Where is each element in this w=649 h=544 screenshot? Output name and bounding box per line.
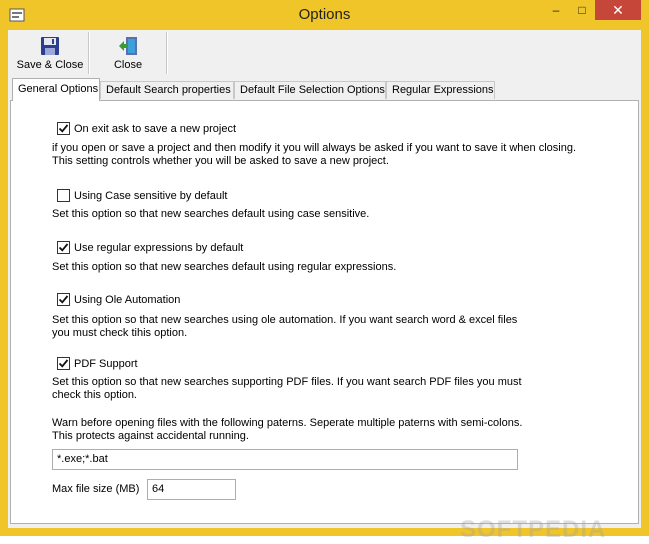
option-case-sensitive-checkbox[interactable]: Using Case sensitive by default xyxy=(57,189,227,202)
checkmark-icon xyxy=(58,359,69,368)
tab-default-search-properties[interactable]: Default Search properties xyxy=(100,81,234,99)
option-label: Use regular expressions by default xyxy=(74,241,244,254)
option-pdf-support-checkbox[interactable]: PDF Support xyxy=(57,357,138,370)
option-ole-automation-checkbox[interactable]: Using Ole Automation xyxy=(57,293,180,306)
close-button[interactable]: Close xyxy=(90,32,166,74)
watermark-logo: SOFTPEDIA xyxy=(460,516,607,543)
option-description: Set this option so that new searches def… xyxy=(52,261,397,273)
client-area: Save & Close Close General Options Defau… xyxy=(8,30,641,543)
exit-door-icon xyxy=(119,37,137,55)
option-label: Using Case sensitive by default xyxy=(74,189,228,202)
checkmark-icon xyxy=(58,124,69,133)
option-label: On exit ask to save a new project xyxy=(74,122,237,135)
patterns-input[interactable]: *.exe;*.bat xyxy=(52,449,518,470)
option-description: Set this option so that new searches usi… xyxy=(52,314,518,339)
save-close-label: Save & Close xyxy=(16,59,84,71)
options-window: Options – □ ✕ Save & Close Close General… xyxy=(0,0,649,543)
checkbox-box[interactable] xyxy=(57,241,70,254)
max-file-size-label: Max file size (MB) xyxy=(52,483,140,495)
checkbox-box[interactable] xyxy=(57,357,70,370)
close-label: Close xyxy=(113,59,143,71)
max-file-size-input[interactable]: 64 xyxy=(147,479,236,500)
checkbox-box[interactable] xyxy=(57,189,70,202)
close-icon: ✕ xyxy=(612,1,624,18)
checkbox-box[interactable] xyxy=(57,122,70,135)
close-window-button[interactable]: ✕ xyxy=(595,0,641,20)
option-regular-expressions-checkbox[interactable]: Use regular expressions by default xyxy=(57,241,243,254)
save-close-button[interactable]: Save & Close xyxy=(12,32,88,74)
tab-regular-expressions[interactable]: Regular Expressions xyxy=(386,81,495,99)
floppy-disk-icon xyxy=(41,37,59,55)
checkmark-icon xyxy=(58,295,69,304)
tab-strip: General Options Default Search propertie… xyxy=(10,78,630,101)
option-ask-save-project-checkbox[interactable]: On exit ask to save a new project xyxy=(57,122,236,135)
warn-patterns-text: Warn before opening files with the follo… xyxy=(52,417,523,442)
checkbox-box[interactable] xyxy=(57,293,70,306)
option-description: Set this option so that new searches sup… xyxy=(52,376,522,401)
option-label: PDF Support xyxy=(74,357,138,370)
option-description: Set this option so that new searches def… xyxy=(52,208,370,220)
minimize-icon: – xyxy=(552,3,560,17)
option-description: if you open or save a project and then m… xyxy=(52,142,577,167)
general-options-panel: On exit ask to save a new project if you… xyxy=(10,100,639,524)
maximize-button[interactable]: □ xyxy=(569,0,595,20)
title-bar[interactable]: Options – □ ✕ xyxy=(0,0,649,30)
tab-default-file-selection-options[interactable]: Default File Selection Options xyxy=(234,81,386,99)
toolbar: Save & Close Close xyxy=(8,30,641,76)
option-label: Using Ole Automation xyxy=(74,293,181,306)
minimize-button[interactable]: – xyxy=(543,0,569,20)
maximize-icon: □ xyxy=(578,3,586,17)
tab-general-options[interactable]: General Options xyxy=(12,78,100,101)
toolbar-separator xyxy=(166,32,168,74)
checkmark-icon xyxy=(58,243,69,252)
